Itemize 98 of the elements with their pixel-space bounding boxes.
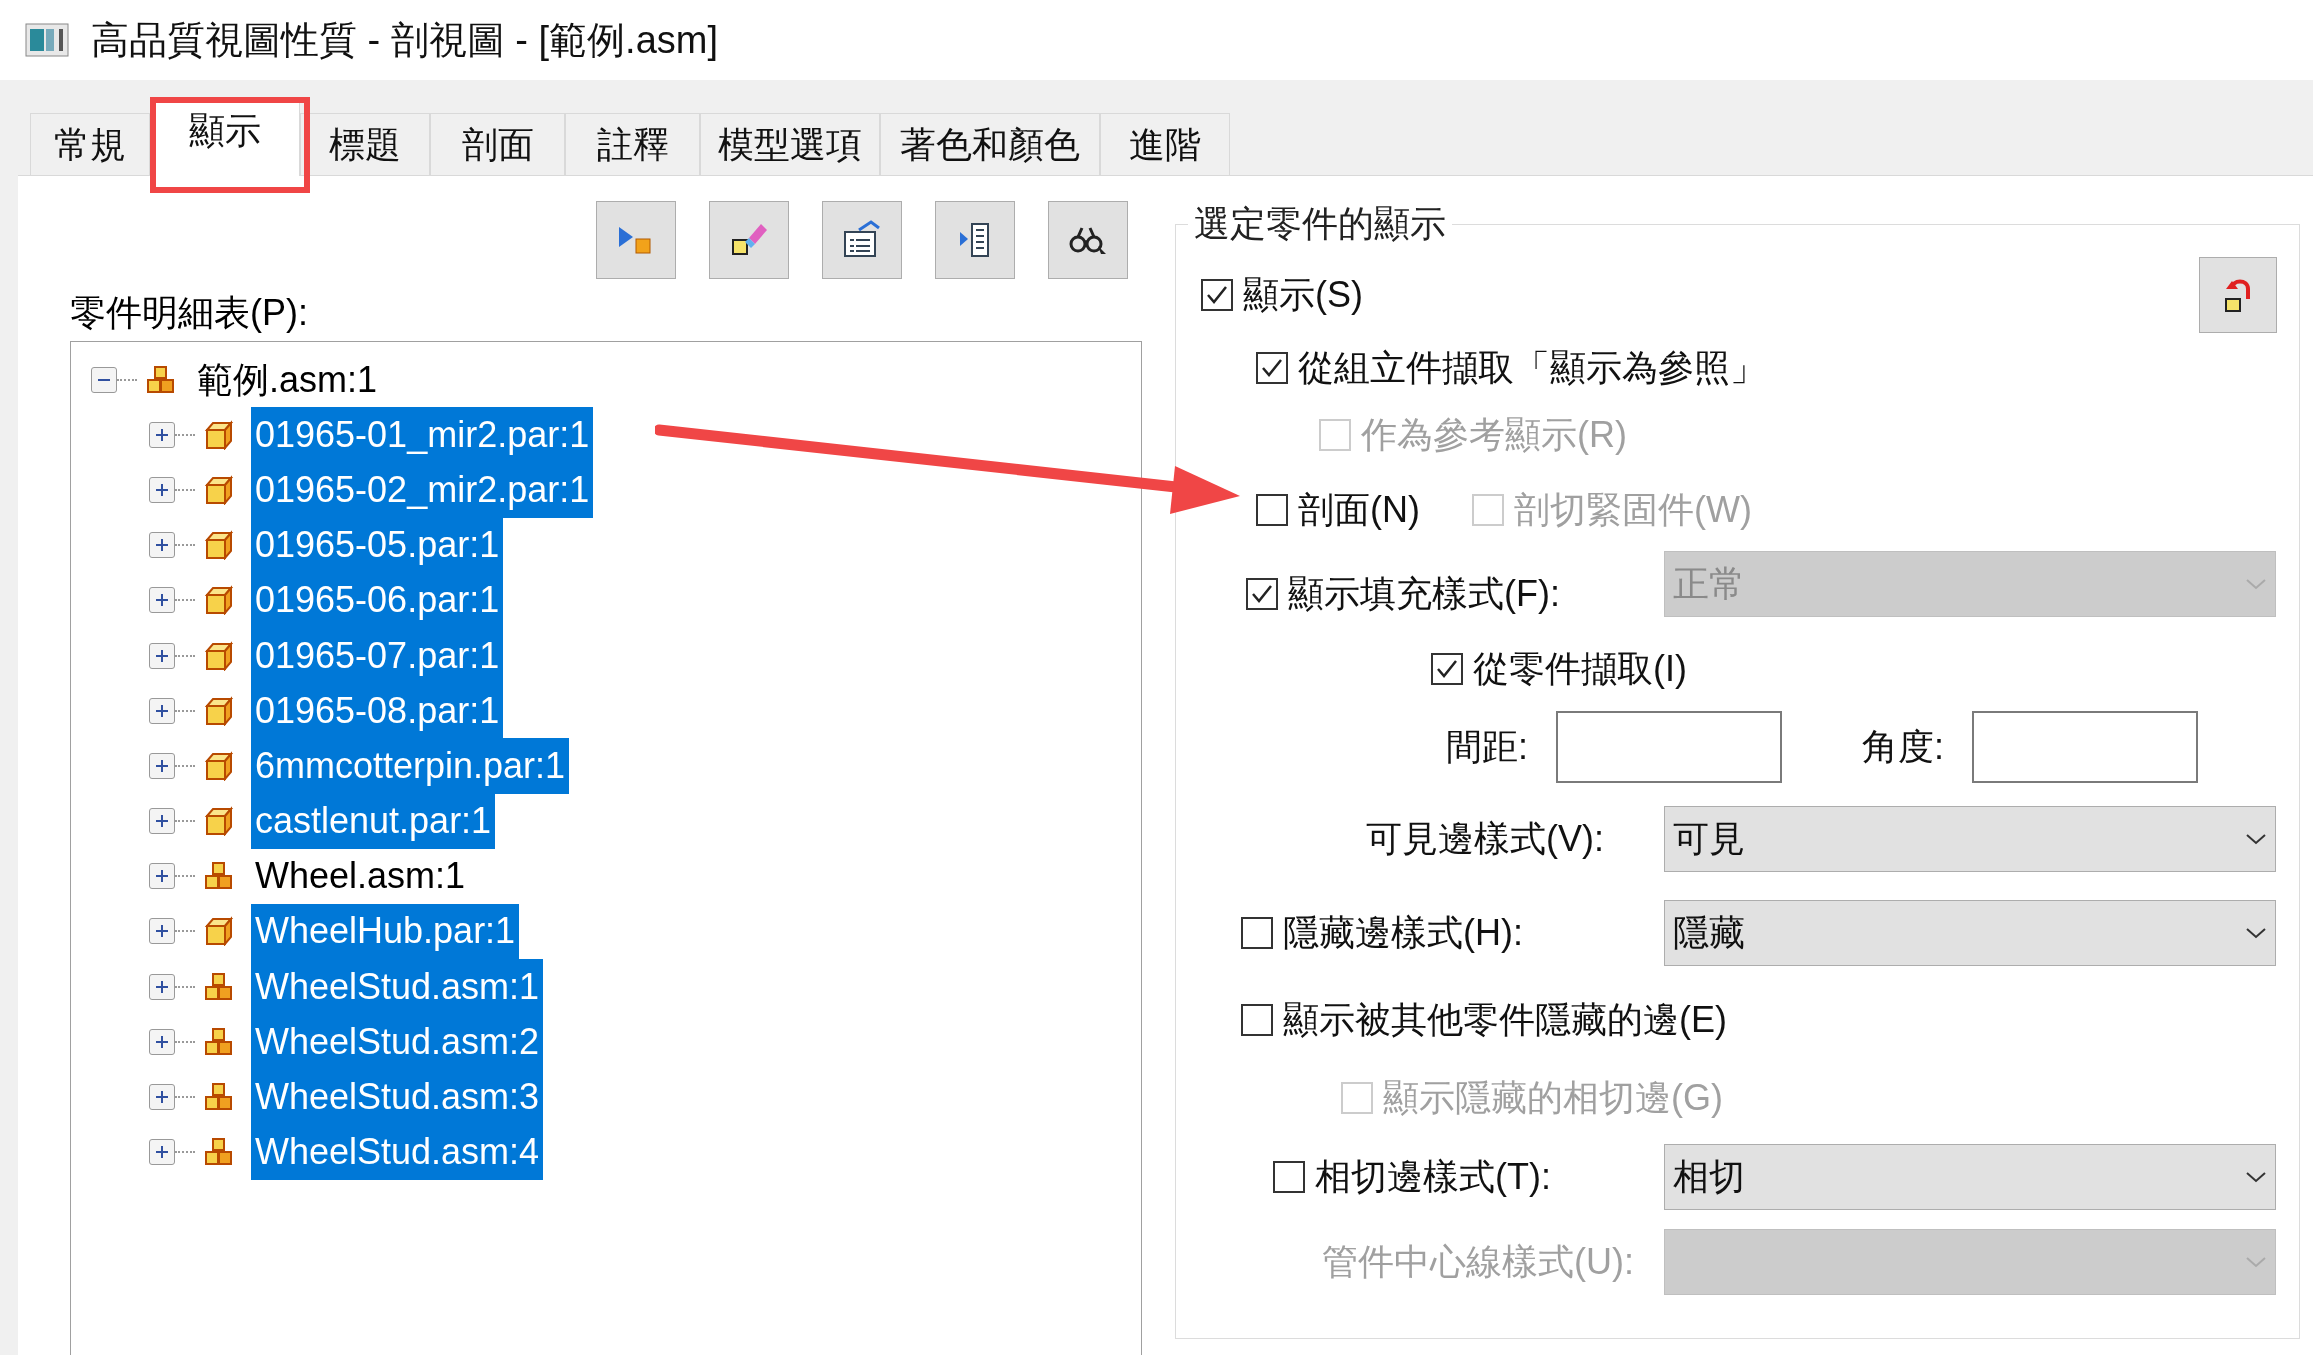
parts-tree[interactable]: [70, 341, 1142, 1355]
checkbox-label: 從零件擷取(I): [1473, 646, 1687, 691]
checkbox-label: 顯示填充樣式(F):: [1288, 571, 1560, 616]
tab[interactable]: 常規: [30, 113, 150, 175]
tree-item[interactable]: 01965-01_mir2.par:1: [251, 407, 594, 463]
tree-item[interactable]: WheelStud.asm:2: [251, 1014, 544, 1070]
checkbox[interactable]: [1241, 917, 1273, 949]
cubes-icon: [203, 1082, 235, 1113]
tree-item[interactable]: WheelHub.par:1: [251, 903, 520, 960]
cubes-icon: [203, 861, 235, 892]
cubes-icon: [203, 1026, 235, 1057]
expand-icon[interactable]: [149, 587, 175, 614]
cube-icon: [203, 806, 235, 837]
dropdown[interactable]: 可見: [1664, 805, 2276, 872]
chevron-down-icon: [2245, 1169, 2267, 1184]
toolbar-button[interactable]: [822, 201, 902, 279]
tree-item[interactable]: 範例.asm:1: [193, 352, 382, 408]
tab[interactable]: 註釋: [565, 113, 700, 175]
field-label: 管件中心線樣式(U):: [1322, 1240, 1634, 1284]
checkbox-label: 剖切緊固件(W): [1514, 488, 1752, 532]
field-label: 可見邊樣式(V):: [1366, 816, 1604, 861]
checkbox[interactable]: [1246, 577, 1278, 610]
cube-icon: [203, 585, 235, 616]
app-icon: [25, 23, 69, 57]
tree-item[interactable]: Wheel.asm:1: [251, 848, 470, 904]
expand-icon[interactable]: [149, 1028, 175, 1055]
dropdown-value: 相切: [1673, 1154, 1745, 1199]
checkbox-label: 作為參考顯示(R): [1361, 412, 1627, 457]
expand-icon[interactable]: [149, 532, 175, 559]
tree-item[interactable]: 01965-08.par:1: [251, 683, 504, 739]
parts-list-label: 零件明細表(P):: [69, 291, 309, 335]
chevron-down-icon: [2245, 926, 2267, 940]
cube-icon: [203, 530, 235, 561]
checkbox-label: 顯示被其他零件隱藏的邊(E): [1283, 997, 1727, 1042]
checkbox-label: 相切邊樣式(T):: [1315, 1154, 1551, 1199]
expand-icon[interactable]: [149, 863, 175, 890]
cubes-icon: [203, 971, 235, 1002]
checkbox-label: 隱藏邊樣式(H):: [1283, 911, 1523, 955]
field-label: 間距:: [1445, 724, 1529, 769]
cubes-icon: [203, 1137, 235, 1168]
checkbox[interactable]: [1256, 494, 1288, 526]
checkbox-label: 剖面(N): [1298, 488, 1420, 532]
tree-item[interactable]: WheelStud.asm:4: [251, 1124, 544, 1180]
tree-item[interactable]: 01965-05.par:1: [251, 517, 504, 573]
tree-item[interactable]: WheelStud.asm:3: [251, 1069, 544, 1125]
tree-item[interactable]: 01965-02_mir2.par:1: [251, 462, 594, 518]
cube-icon: [203, 695, 235, 726]
checkbox[interactable]: [1431, 652, 1463, 685]
expand-icon[interactable]: [149, 918, 175, 945]
field-label: 角度:: [1861, 724, 1945, 769]
tree-item[interactable]: castlenut.par:1: [251, 793, 496, 849]
expand-icon[interactable]: [149, 1084, 175, 1111]
dropdown[interactable]: 相切: [1664, 1143, 2276, 1210]
chevron-down-icon: [2245, 1255, 2267, 1269]
tree-item[interactable]: WheelStud.asm:1: [251, 959, 544, 1015]
expand-icon[interactable]: [149, 1139, 175, 1166]
checkbox[interactable]: [1241, 1003, 1273, 1036]
expand-icon[interactable]: [149, 973, 175, 1000]
cubes-icon: [145, 364, 177, 395]
cube-icon: [203, 640, 235, 671]
tree-item[interactable]: 01965-06.par:1: [251, 572, 504, 628]
checkbox[interactable]: [1201, 279, 1233, 311]
expand-icon[interactable]: [149, 808, 175, 835]
dropdown-value: 可見: [1673, 816, 1745, 861]
cube-icon: [203, 419, 235, 450]
expand-icon[interactable]: [149, 642, 175, 669]
window-title: 高品質視圖性質 - 剖視圖 - [範例.asm]: [91, 17, 718, 63]
reset-button[interactable]: [2199, 257, 2277, 333]
input-field[interactable]: [1556, 710, 1782, 783]
tab[interactable]: 模型選項: [700, 113, 880, 175]
column-list-icon: [958, 220, 992, 260]
input-field[interactable]: [1972, 710, 2198, 783]
toolbar-button[interactable]: [935, 201, 1015, 279]
cube-icon: [203, 474, 235, 505]
checkbox[interactable]: [1256, 351, 1288, 384]
tab[interactable]: 標題: [300, 113, 430, 175]
checkbox[interactable]: [1273, 1160, 1305, 1193]
toolbar-button[interactable]: [1048, 201, 1128, 279]
dropdown-value: 正常: [1673, 562, 1745, 606]
expand-icon[interactable]: [149, 697, 175, 724]
chevron-down-icon: [2245, 577, 2267, 591]
collapse-icon[interactable]: [91, 366, 117, 393]
cube-icon: [203, 916, 235, 947]
tab[interactable]: 著色和顏色: [880, 113, 1100, 175]
expand-icon[interactable]: [149, 752, 175, 779]
cube-icon: [203, 750, 235, 781]
chevron-down-icon: [2245, 831, 2267, 846]
tree-item[interactable]: 6mmcotterpin.par:1: [251, 738, 570, 794]
tree-item[interactable]: 01965-07.par:1: [251, 627, 504, 684]
expand-icon[interactable]: [149, 421, 175, 448]
tab[interactable]: 進階: [1100, 113, 1230, 175]
dropdown[interactable]: 隱藏: [1664, 900, 2276, 966]
checkbox-label: 顯示隱藏的相切邊(G): [1383, 1075, 1723, 1120]
dropdown-value: 隱藏: [1673, 911, 1745, 955]
checkbox-label: 從組立件擷取「顯示為參照」: [1298, 345, 1766, 390]
checkbox-label: 顯示(S): [1243, 273, 1363, 317]
expand-icon[interactable]: [149, 476, 175, 503]
tab[interactable]: 剖面: [430, 113, 565, 175]
